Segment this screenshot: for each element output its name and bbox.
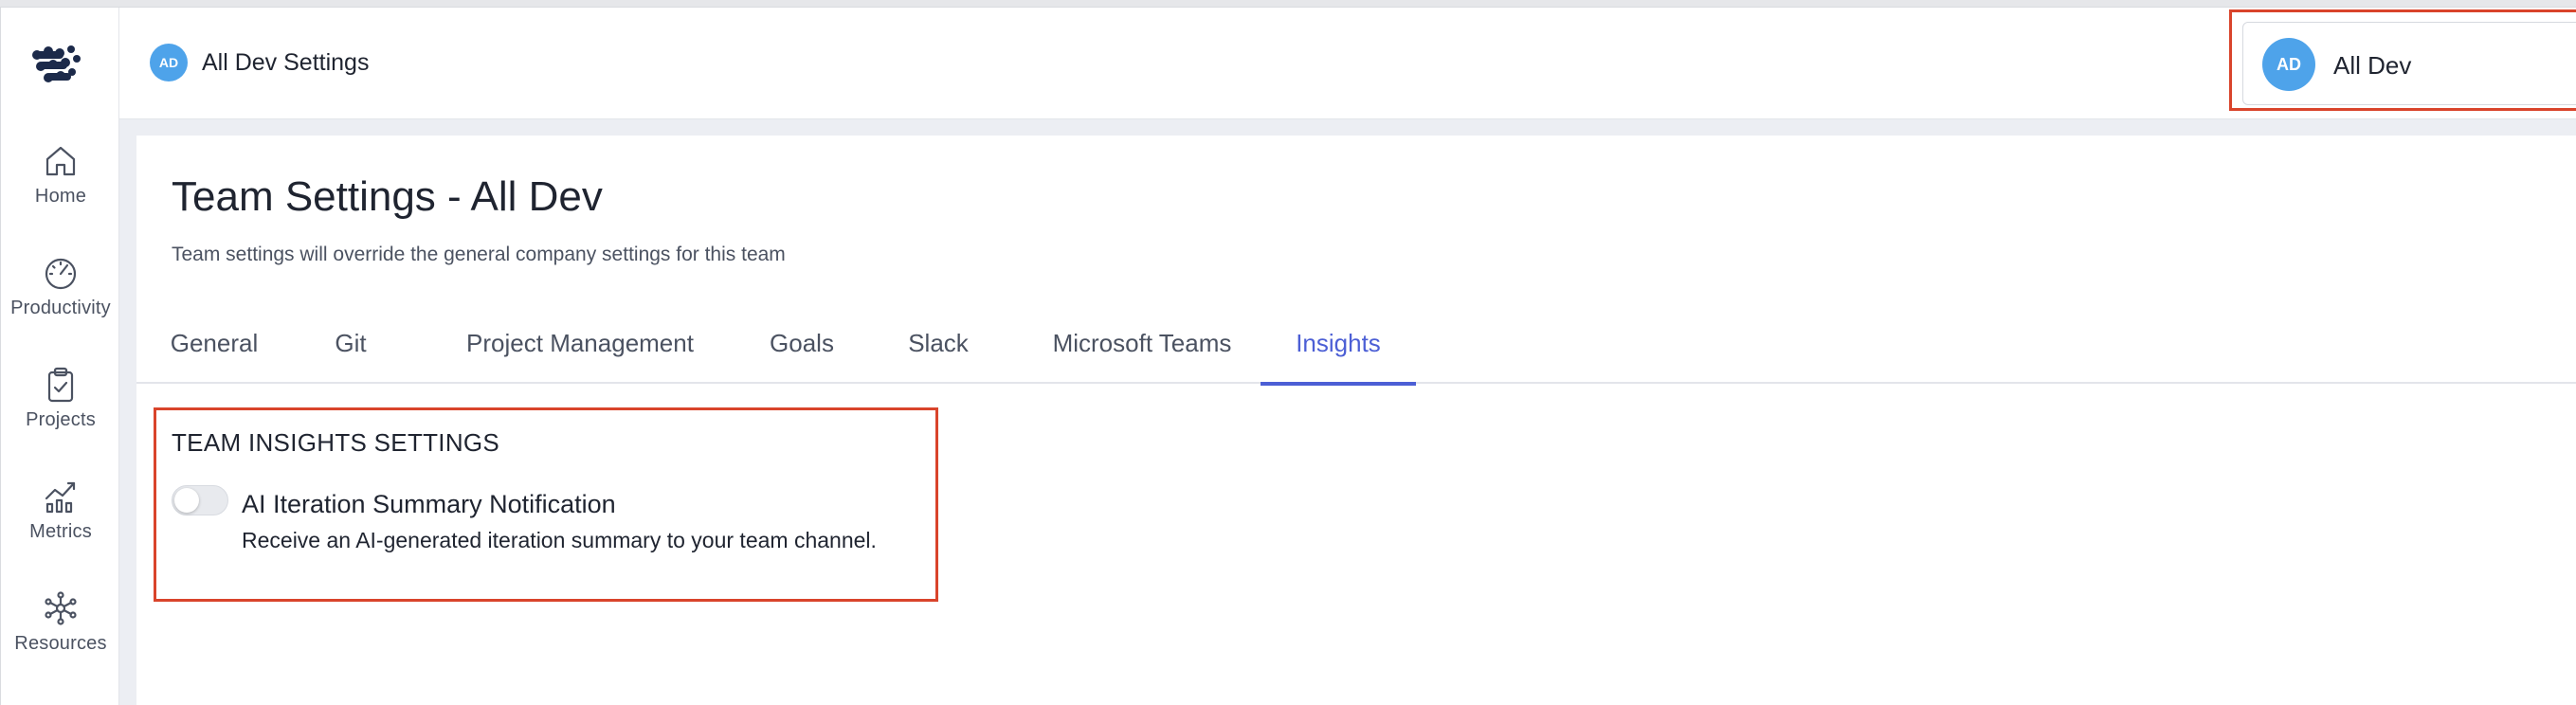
setting-title: AI Iteration Summary Notification bbox=[242, 490, 616, 518]
setting-description: Receive an AI-generated iteration summar… bbox=[242, 528, 877, 552]
sidebar-item-label: Productivity bbox=[10, 298, 111, 318]
sidebar: Home Productivity Projects Metrics Resou… bbox=[0, 8, 119, 705]
tab-insights[interactable]: Insights bbox=[1261, 306, 1416, 386]
brand-logo[interactable] bbox=[27, 42, 84, 89]
chart-icon bbox=[45, 481, 76, 514]
ai-summary-toggle[interactable] bbox=[172, 485, 228, 515]
sidebar-item-home[interactable]: Home bbox=[1, 142, 120, 237]
tab-project-management[interactable]: Project Management bbox=[438, 306, 722, 384]
window-top-strip bbox=[0, 0, 2576, 8]
home-icon bbox=[45, 146, 76, 176]
sidebar-item-label: Home bbox=[34, 186, 87, 207]
sidebar-item-resources[interactable]: Resources bbox=[1, 589, 120, 684]
sidebar-item-metrics[interactable]: Metrics bbox=[1, 478, 120, 572]
sidebar-item-label: Resources bbox=[14, 633, 107, 654]
tab-git[interactable]: Git bbox=[326, 306, 375, 384]
tab-microsoft-teams[interactable]: Microsoft Teams bbox=[1014, 306, 1270, 384]
top-header: AD All Dev Settings AD All Dev bbox=[119, 8, 2576, 119]
clipboard-icon bbox=[47, 367, 74, 403]
page-title: Team Settings - All Dev bbox=[172, 173, 603, 220]
gauge-icon bbox=[45, 258, 77, 290]
sidebar-item-label: Metrics bbox=[29, 521, 92, 542]
toggle-knob bbox=[174, 488, 199, 513]
sidebar-item-projects[interactable]: Projects bbox=[1, 366, 120, 461]
network-icon bbox=[45, 591, 77, 625]
sidebar-item-productivity[interactable]: Productivity bbox=[1, 254, 120, 349]
tab-slack[interactable]: Slack bbox=[895, 306, 982, 384]
page-subtitle: Team settings will override the general … bbox=[172, 244, 786, 265]
sidebar-item-label: Projects bbox=[26, 409, 96, 430]
team-selector-dropdown[interactable]: AD All Dev bbox=[2242, 22, 2576, 105]
tab-general[interactable]: General bbox=[157, 306, 271, 384]
header-title: All Dev Settings bbox=[202, 49, 370, 76]
team-selector-value: All Dev bbox=[2333, 51, 2412, 80]
section-title: TEAM INSIGHTS SETTINGS bbox=[172, 428, 500, 457]
team-selector-avatar: AD bbox=[2262, 38, 2315, 91]
settings-panel: Team Settings - All Dev Team settings wi… bbox=[136, 136, 2576, 705]
settings-tabs: General Git Project Management Goals Sla… bbox=[136, 306, 2576, 386]
tab-goals[interactable]: Goals bbox=[754, 306, 849, 384]
team-avatar: AD bbox=[150, 44, 188, 81]
